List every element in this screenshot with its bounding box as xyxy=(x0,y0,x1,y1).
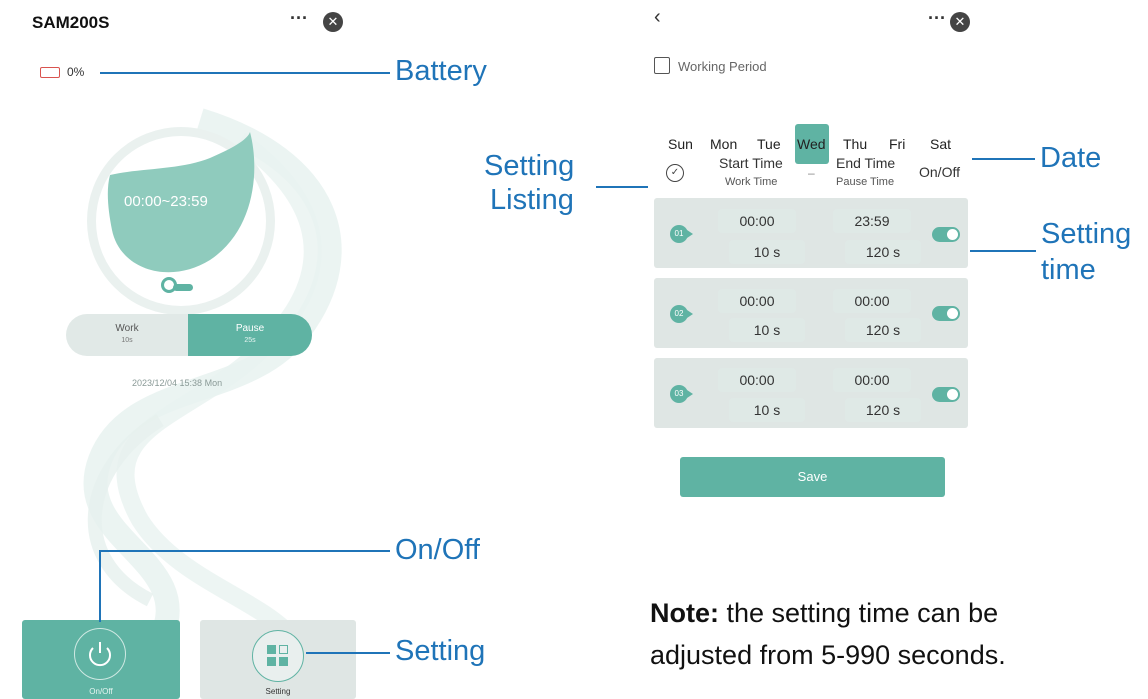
pause-seconds-field[interactable]: 120 s xyxy=(845,318,921,342)
calendar-icon xyxy=(654,57,670,74)
work-segment[interactable]: Work 10s xyxy=(66,314,188,356)
setting-time-callout-2: time xyxy=(1041,254,1096,286)
row-toggle[interactable] xyxy=(932,227,960,242)
note-text: Note: the setting time can be adjusted f… xyxy=(650,592,1006,676)
note-bold: Note: xyxy=(650,598,719,628)
save-button[interactable]: Save xyxy=(680,457,945,497)
pause-segment[interactable]: Pause 25s xyxy=(188,314,312,356)
setting-listing-callout-line xyxy=(596,186,648,188)
more-icon[interactable]: ··· xyxy=(290,8,308,29)
start-time-field[interactable]: 00:00 xyxy=(718,209,796,233)
onoff-callout-vline xyxy=(99,551,101,622)
working-period-label: Working Period xyxy=(678,59,767,74)
work-seconds-field[interactable]: 10 s xyxy=(729,398,805,422)
onoff-button[interactable]: On/Off xyxy=(22,620,180,699)
note-line1: the setting time can be xyxy=(719,598,999,628)
setting-time-callout-1: Setting xyxy=(1041,218,1132,250)
onoff-header: On/Off xyxy=(919,164,960,180)
setting-listing-callout-1: Setting xyxy=(484,150,575,182)
onoff-callout-line xyxy=(99,550,390,552)
start-time-header: Start Time xyxy=(719,155,783,171)
setting-callout: Setting xyxy=(395,635,486,667)
pause-seconds-field[interactable]: 120 s xyxy=(845,240,921,264)
dial-knob-tail xyxy=(173,284,193,291)
day-tue[interactable]: Tue xyxy=(757,136,781,152)
row-number-badge: 01 xyxy=(670,225,693,243)
pause-label: Pause xyxy=(235,323,265,334)
end-time-field[interactable]: 00:00 xyxy=(833,368,911,392)
start-time-field[interactable]: 00:00 xyxy=(718,368,796,392)
end-time-field[interactable]: 00:00 xyxy=(833,289,911,313)
left-screen: SAM200S ··· ✕ 0% 00:00~23:59 Work 10s Pa… xyxy=(0,0,360,699)
setting-button[interactable]: Setting xyxy=(200,620,356,699)
alarm-clock-icon: ✓ xyxy=(666,164,684,182)
battery-percent: 0% xyxy=(67,65,85,79)
day-sat[interactable]: Sat xyxy=(930,136,951,152)
day-mon[interactable]: Mon xyxy=(710,136,737,152)
row-number-badge: 03 xyxy=(670,385,693,403)
work-label: Work xyxy=(115,323,139,334)
close-icon[interactable]: ✕ xyxy=(950,12,970,32)
battery-icon xyxy=(40,67,60,78)
time-range: 00:00~23:59 xyxy=(124,193,208,210)
day-fri[interactable]: Fri xyxy=(889,136,905,152)
setting-listing-callout-2: Listing xyxy=(490,184,574,216)
battery-callout-line xyxy=(100,72,390,74)
pause-time-subheader: Pause Time xyxy=(836,176,895,188)
back-icon[interactable]: ‹ xyxy=(654,6,661,29)
work-seconds-field[interactable]: 10 s xyxy=(729,240,805,264)
grid-icon xyxy=(252,630,304,682)
row-number-badge: 02 xyxy=(670,305,693,323)
day-thu[interactable]: Thu xyxy=(843,136,867,152)
power-icon xyxy=(74,628,126,680)
end-time-field[interactable]: 23:59 xyxy=(833,209,911,233)
start-time-field[interactable]: 00:00 xyxy=(718,289,796,313)
pause-value: 25s xyxy=(244,337,256,344)
setting-label: Setting xyxy=(265,687,291,696)
close-icon[interactable]: ✕ xyxy=(323,12,343,32)
date-callout-line xyxy=(972,158,1035,160)
save-label: Save xyxy=(797,469,828,484)
battery-callout: Battery xyxy=(395,55,487,87)
onoff-label: On/Off xyxy=(89,687,113,696)
end-time-header: End Time xyxy=(836,155,896,171)
row-toggle[interactable] xyxy=(932,387,960,402)
pause-seconds-field[interactable]: 120 s xyxy=(845,398,921,422)
setting-callout-line xyxy=(306,652,390,654)
work-time-subheader: Work Time xyxy=(725,176,778,188)
datetime: 2023/12/04 15:38 Mon xyxy=(132,378,223,388)
date-callout: Date xyxy=(1040,142,1102,174)
setting-time-callout-line xyxy=(970,250,1036,252)
work-seconds-field[interactable]: 10 s xyxy=(729,318,805,342)
note-line2: adjusted from 5-990 seconds. xyxy=(650,640,1006,670)
header-dash: – xyxy=(808,166,815,180)
work-value: 10s xyxy=(121,337,133,344)
day-wed[interactable]: Wed xyxy=(797,136,826,152)
onoff-callout: On/Off xyxy=(395,534,480,566)
app-title: SAM200S xyxy=(32,13,110,32)
more-icon[interactable]: ··· xyxy=(928,8,946,29)
day-sun[interactable]: Sun xyxy=(668,136,693,152)
row-toggle[interactable] xyxy=(932,306,960,321)
